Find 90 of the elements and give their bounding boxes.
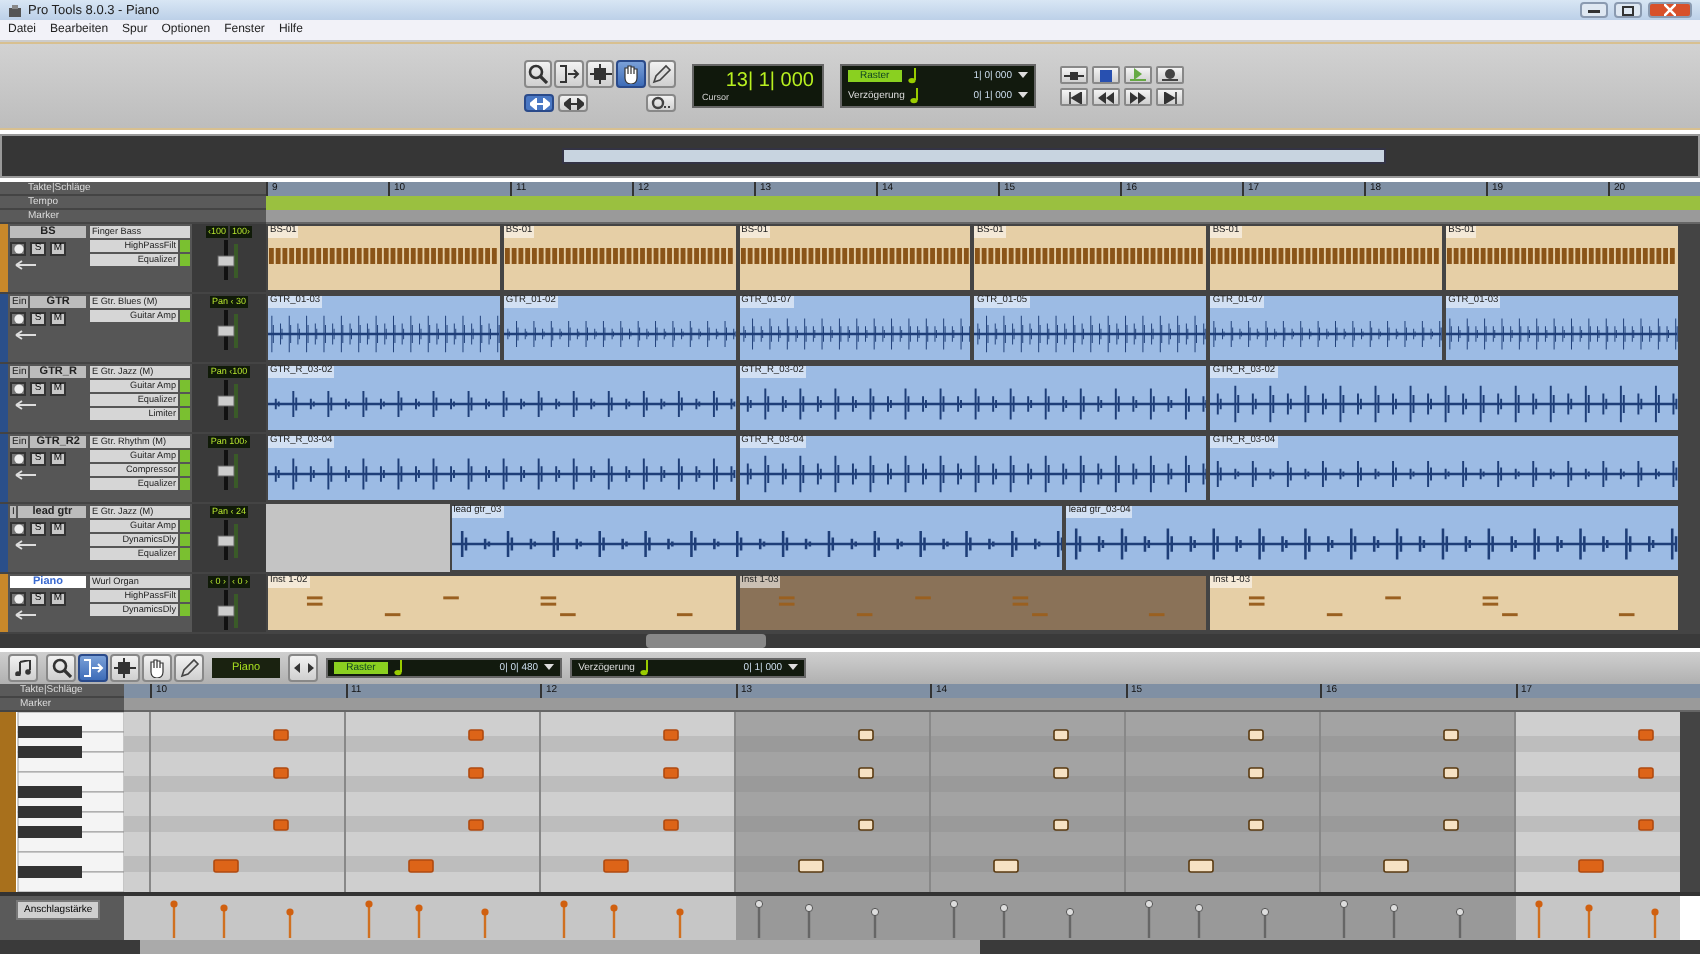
stop-button[interactable] — [1092, 66, 1120, 84]
overview-region[interactable] — [562, 148, 1386, 164]
note-icon — [640, 660, 651, 676]
skip-end-icon — [1163, 91, 1177, 103]
record-enable-button[interactable] — [10, 242, 26, 256]
hand-icon — [148, 658, 166, 678]
fader-drawing[interactable] — [215, 240, 243, 280]
record-enable-button[interactable] — [10, 522, 26, 536]
trim-tool-button[interactable] — [554, 60, 584, 88]
arrow-icon — [14, 610, 38, 620]
midi-button[interactable] — [8, 654, 38, 682]
arrow-icon — [14, 330, 38, 340]
edit-mode-button[interactable] — [558, 94, 588, 112]
scrollbar[interactable] — [140, 940, 980, 954]
minimize-button[interactable] — [1580, 2, 1608, 18]
pencil-tool-button[interactable] — [174, 654, 204, 682]
scrollbar[interactable] — [1680, 712, 1700, 892]
record-enable-button[interactable] — [10, 592, 26, 606]
arrow-icon — [14, 400, 38, 410]
fader-drawing[interactable] — [215, 590, 243, 630]
caret-icon — [544, 664, 555, 672]
arrow-icon — [14, 260, 38, 270]
pencil-icon — [179, 658, 199, 678]
close-button[interactable] — [1648, 2, 1692, 18]
fader-drawing[interactable] — [215, 450, 243, 490]
scrollbar[interactable] — [646, 634, 766, 648]
caret-icon — [1018, 92, 1028, 100]
trim-tool-button[interactable] — [78, 654, 108, 682]
selector-icon — [114, 658, 136, 678]
maximize-icon — [1622, 5, 1634, 15]
zoom-tool-button[interactable] — [524, 60, 553, 88]
zoom-tool-button[interactable] — [46, 654, 76, 682]
close-icon — [1664, 4, 1676, 16]
go-to-end-button[interactable] — [1156, 88, 1184, 106]
note-icon — [393, 660, 404, 676]
record-enable-button[interactable] — [10, 382, 26, 396]
caret-icon — [1018, 72, 1028, 80]
fast-forward-button[interactable] — [1124, 88, 1152, 106]
record-icon — [13, 384, 23, 394]
loop-play-icon — [1128, 68, 1148, 82]
insert-led — [180, 310, 190, 322]
hand-icon — [621, 64, 640, 84]
fader-drawing[interactable] — [215, 310, 243, 350]
select-tool-button[interactable] — [585, 60, 615, 88]
search-icon — [51, 658, 71, 678]
edit-mode-button[interactable] — [524, 94, 554, 112]
bracket-arrow-icon — [558, 64, 581, 84]
pencil-tool-button[interactable] — [647, 60, 677, 88]
connector-icon — [1064, 69, 1084, 81]
record-icon — [13, 594, 23, 604]
link-button[interactable] — [288, 654, 319, 682]
arrow-icon — [14, 540, 38, 550]
minimize-icon — [1588, 6, 1600, 14]
app-icon — [8, 3, 22, 17]
fast-forward-icon — [1130, 91, 1146, 103]
caret-icon — [788, 664, 799, 672]
notes-icon — [13, 660, 33, 676]
record-enable-button[interactable] — [10, 452, 26, 466]
bracket-arrow-icon — [82, 658, 104, 678]
record-enable-button[interactable] — [10, 312, 26, 326]
record-icon — [13, 524, 23, 534]
arrow-icon — [14, 470, 38, 480]
record-button[interactable] — [1156, 66, 1184, 84]
note-icon — [910, 88, 921, 104]
scrollbar[interactable] — [1680, 224, 1700, 634]
arrows-icon — [529, 97, 549, 109]
grab-tool-button[interactable] — [142, 654, 172, 682]
online-button[interactable] — [1060, 66, 1088, 84]
record-icon — [13, 454, 23, 464]
arrows-icon — [293, 662, 314, 674]
grab-tool-button[interactable] — [616, 60, 646, 88]
skip-start-icon — [1067, 91, 1081, 103]
arrows-icon — [563, 97, 583, 109]
link-button[interactable] — [646, 94, 676, 112]
search-icon — [528, 64, 549, 84]
fader-drawing[interactable] — [215, 380, 243, 420]
record-icon — [13, 244, 23, 254]
stop-icon — [1100, 69, 1112, 81]
selector-icon — [589, 64, 612, 84]
rewind-icon — [1098, 91, 1114, 103]
pencil-icon — [651, 64, 672, 84]
fader-drawing[interactable] — [215, 520, 243, 560]
note-icon — [907, 68, 918, 84]
record-icon — [1160, 68, 1180, 82]
return-to-zero-button[interactable] — [1060, 88, 1088, 106]
maximize-button[interactable] — [1614, 2, 1642, 18]
counter-value: 13| 1| 000 — [725, 70, 814, 92]
rewind-button[interactable] — [1092, 88, 1120, 106]
record-icon — [13, 314, 23, 324]
select-tool-button[interactable] — [110, 654, 140, 682]
